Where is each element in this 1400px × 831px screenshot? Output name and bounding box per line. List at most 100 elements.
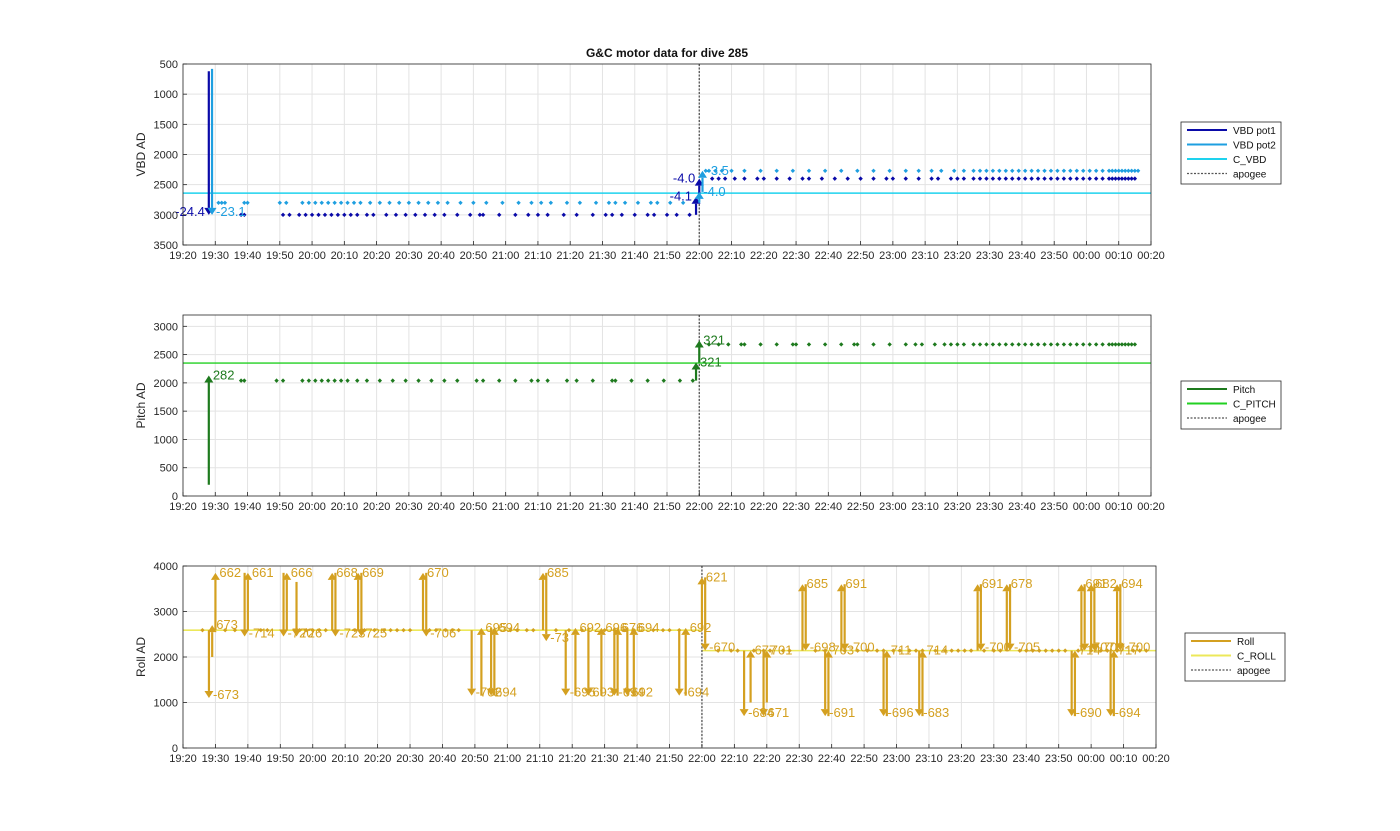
chart-panel-1: -24.4 -23.1-4.1-4.0-4.0-3.519:20 19:30 19:4… <box>134 59 1282 262</box>
arrow-label: -73 <box>550 630 569 645</box>
x-tick-label: 00:00 <box>1073 501 1101 513</box>
x-tick-label: 23:10 <box>911 501 939 513</box>
legend: Roll C_ROLLapogee <box>1184 632 1286 682</box>
arrow-label: 694 <box>498 620 520 635</box>
x-tick-label: 00:00 <box>1073 250 1101 262</box>
legend-label: apogee <box>1237 666 1271 677</box>
x-tick-label: 19:40 <box>234 250 262 262</box>
arrow-label: -700 <box>1124 640 1150 655</box>
x-tick-label: 22:50 <box>847 250 875 262</box>
legend-label: Pitch <box>1233 385 1255 396</box>
y-tick-label: 3500 <box>154 240 178 252</box>
y-axis: 0 1000 2000 3000 4000 <box>154 561 187 755</box>
x-tick-label: 21:20 <box>556 250 584 262</box>
y-tick-label: 1000 <box>154 434 178 446</box>
x-tick-label: 23:10 <box>915 753 943 765</box>
arrow-label: -23.1 <box>216 204 246 219</box>
x-tick-label: 23:50 <box>1045 753 1073 765</box>
x-tick-label: 23:30 <box>980 753 1008 765</box>
x-tick-label: 23:20 <box>944 250 972 262</box>
x-tick-label: 21:10 <box>524 501 552 513</box>
x-tick-label: 22:00 <box>686 250 714 262</box>
y-axis-label: Roll AD <box>134 637 148 677</box>
x-tick-label: 00:10 <box>1105 501 1133 513</box>
x-tick-label: 00:20 <box>1137 250 1165 262</box>
arrow-label: 661 <box>252 565 274 580</box>
arrow-label: 662 <box>219 565 241 580</box>
y-tick-label: 2000 <box>154 378 178 390</box>
arrow-label: -700 <box>849 640 875 655</box>
arrow-label: 668 <box>336 565 358 580</box>
y-axis-label: Pitch AD <box>134 382 148 428</box>
x-tick-label: 22:40 <box>818 753 846 765</box>
arrow-label: 691 <box>845 576 867 591</box>
x-tick-label: 22:10 <box>718 250 746 262</box>
x-tick-label: 22:00 <box>686 501 714 513</box>
figure-canvas: G&C motor data for dive 285 -24.4 -23.1 -4… <box>134 46 1286 765</box>
arrow-label: -694 <box>1115 705 1141 720</box>
legend-label: C_ROLL <box>1237 652 1276 663</box>
x-tick-label: 23:10 <box>911 250 939 262</box>
x-tick-label: 19:40 <box>234 501 262 513</box>
arrow-label: 678 <box>1011 576 1033 591</box>
x-tick-label: 21:00 <box>494 753 522 765</box>
arrow-label: 321 <box>703 332 725 347</box>
x-tick-label: 19:50 <box>266 501 294 513</box>
x-tick-label: 21:00 <box>492 250 520 262</box>
x-tick-label: 22:00 <box>688 753 716 765</box>
x-tick-label: 21:20 <box>558 753 586 765</box>
arrow-label: 694 <box>638 620 660 635</box>
legend: VBD pot1 VBD pot2 C_VBDapogee <box>1180 121 1282 185</box>
x-tick-label: 22:30 <box>782 501 810 513</box>
legend-label: Roll <box>1237 637 1254 648</box>
x-tick-label: 21:30 <box>589 250 617 262</box>
y-axis: 0 500 1000 1500 2000 2500 3000 <box>154 321 187 503</box>
x-tick-label: 00:20 <box>1137 501 1165 513</box>
x-tick-label: 22:10 <box>718 501 746 513</box>
x-tick-label: 20:30 <box>395 250 423 262</box>
x-tick-label: 20:00 <box>298 501 326 513</box>
y-tick-label: 4000 <box>154 561 178 573</box>
legend-label: apogee <box>1233 414 1267 425</box>
x-tick-label: 20:20 <box>363 501 391 513</box>
x-tick-label: 21:00 <box>492 501 520 513</box>
x-tick-label: 19:40 <box>234 753 262 765</box>
y-axis-label: VBD AD <box>134 132 148 176</box>
arrow-label: 694 <box>495 685 517 700</box>
x-tick-label: 21:30 <box>589 501 617 513</box>
y-tick-label: 2000 <box>154 652 178 664</box>
y-tick-label: 2500 <box>154 350 178 362</box>
arrow-label: -673 <box>213 687 239 702</box>
x-tick-label: 22:30 <box>785 753 813 765</box>
x-tick-label: 19:30 <box>202 250 230 262</box>
x-tick-label: 20:40 <box>427 501 455 513</box>
x-tick-label: 23:30 <box>976 250 1004 262</box>
arrow-label: 691 <box>982 576 1004 591</box>
x-tick-label: 19:50 <box>266 250 294 262</box>
x-tick-label: 21:40 <box>621 501 649 513</box>
x-tick-label: 20:20 <box>364 753 392 765</box>
arrow-label: -723 <box>339 626 365 641</box>
x-tick-label: 20:30 <box>396 753 424 765</box>
legend: Pitch C_PITCHapogee <box>1180 380 1282 430</box>
y-axis: 500 1000 1500 2000 2500 3000 3500 <box>154 59 187 252</box>
x-tick-label: 23:00 <box>879 250 907 262</box>
arrow-label: -700 <box>985 640 1011 655</box>
x-tick-label: 22:20 <box>750 501 778 513</box>
x-tick-label: 21:20 <box>556 501 584 513</box>
x-tick-label: 19:50 <box>267 753 295 765</box>
arrow-label: 321 <box>700 355 722 370</box>
x-tick-label: 22:40 <box>815 250 843 262</box>
x-tick-label: 23:40 <box>1008 501 1036 513</box>
chart-panel-3: -673673662-714661-720666726668-723669725… <box>134 561 1286 765</box>
x-tick-label: 21:40 <box>621 250 649 262</box>
x-tick-label: 21:50 <box>656 753 684 765</box>
y-tick-label: 0 <box>172 743 178 755</box>
arrow-label: 693 <box>592 685 614 700</box>
x-tick-label: 22:50 <box>847 501 875 513</box>
arrow-label: 725 <box>365 626 387 641</box>
x-tick-label: 20:00 <box>299 753 327 765</box>
y-tick-label: 500 <box>160 463 178 475</box>
x-tick-label: 20:10 <box>331 753 359 765</box>
x-tick-label: 20:50 <box>460 501 488 513</box>
